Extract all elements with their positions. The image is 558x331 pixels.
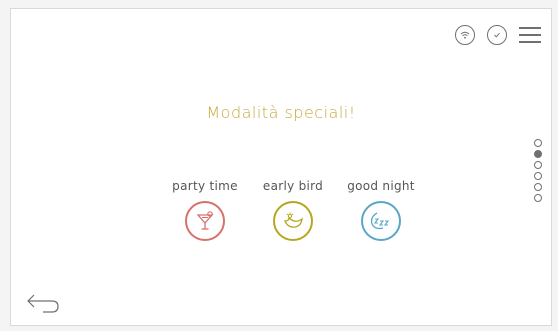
page-dot[interactable]: [534, 194, 542, 202]
back-arrow-icon[interactable]: [25, 291, 61, 319]
mode-label: party time: [172, 179, 238, 193]
page-indicator[interactable]: [534, 139, 542, 205]
page-dot[interactable]: [534, 139, 542, 147]
device-screen: Modalità speciali! party time early bird: [10, 8, 552, 326]
bird-icon[interactable]: [273, 201, 313, 241]
wifi-icon[interactable]: [455, 25, 475, 45]
sleep-icon[interactable]: [361, 201, 401, 241]
page-title: Modalità speciali!: [206, 103, 356, 122]
page-dot[interactable]: [534, 183, 542, 191]
top-toolbar: [455, 25, 541, 45]
cocktail-icon[interactable]: [185, 201, 225, 241]
mode-good-night[interactable]: good night: [337, 179, 425, 241]
page-dot[interactable]: [534, 161, 542, 169]
mode-label: good night: [347, 179, 415, 193]
chat-check-icon[interactable]: [487, 25, 507, 45]
mode-party-time[interactable]: party time: [161, 179, 249, 241]
mode-list: party time early bird good night: [161, 179, 425, 241]
mode-early-bird[interactable]: early bird: [249, 179, 337, 241]
mode-label: early bird: [262, 179, 324, 193]
page-dot[interactable]: [534, 172, 542, 180]
page-dot[interactable]: [534, 150, 542, 158]
menu-icon[interactable]: [519, 27, 541, 43]
